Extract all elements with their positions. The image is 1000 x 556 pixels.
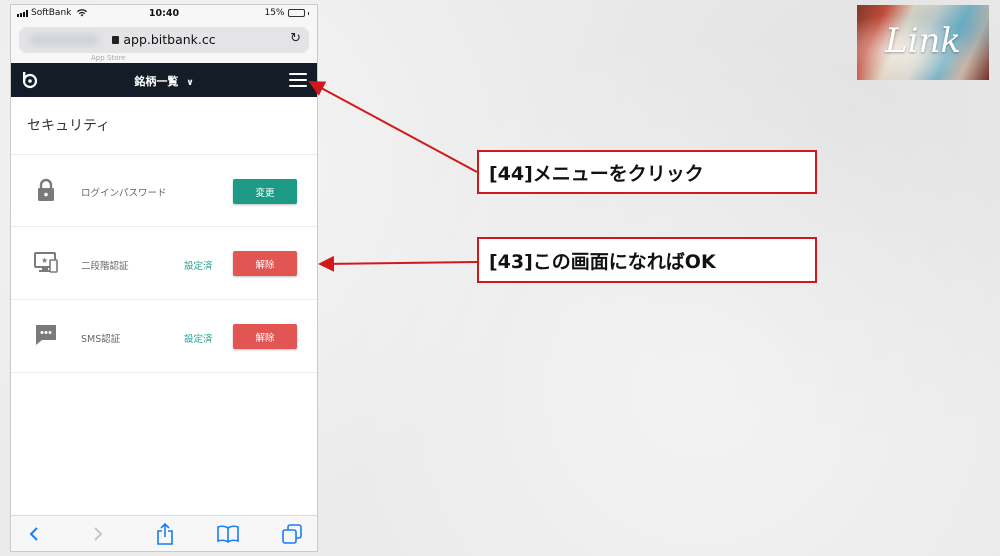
disable-2fa-button[interactable]: 解除 (233, 251, 297, 276)
page-title: セキュリティ (27, 118, 111, 134)
phone-screen: SoftBank 10:40 15% app.bitbank.cc ↻ App … (10, 4, 318, 552)
change-password-button[interactable]: 変更 (233, 179, 297, 204)
url-display[interactable]: app.bitbank.cc (19, 32, 309, 47)
security-label: ログインパスワード (81, 188, 167, 199)
chevron-down-icon: ∨ (186, 78, 194, 88)
brand-logo: Link (857, 5, 989, 80)
arrow-to-menu (308, 81, 478, 173)
security-label: 二段階認証 (81, 261, 129, 272)
browser-bottom-toolbar (11, 515, 317, 551)
security-label: SMS認証 (81, 334, 121, 345)
bookmarks-icon[interactable] (217, 523, 239, 545)
security-row-2fa: ★ 二段階認証 設定済 解除 (11, 227, 317, 299)
app-navbar: 銘柄一覧 ∨ (11, 63, 317, 97)
security-row-password: ログインパスワード 変更 (11, 155, 317, 227)
security-status: 設定済 (184, 261, 213, 272)
divider (11, 372, 317, 373)
address-bar[interactable]: app.bitbank.cc ↻ (19, 27, 309, 53)
battery-icon (287, 9, 305, 17)
market-list-title: 銘柄一覧 (134, 75, 179, 88)
forward-icon[interactable] (87, 523, 109, 545)
monitor-icon: ★ (34, 252, 58, 273)
battery-tip (307, 11, 309, 15)
callout-step-43: [43]この画面になればOK (477, 237, 817, 283)
chat-icon (36, 325, 56, 345)
back-icon[interactable] (23, 523, 45, 545)
security-status: 設定済 (184, 334, 213, 345)
status-bar: SoftBank 10:40 15% (11, 5, 317, 23)
callout-text: [43]この画面になればOK (489, 250, 716, 273)
secure-lock-icon (112, 36, 120, 44)
callout-text: [44]メニューをクリック (489, 162, 704, 185)
url-text: app.bitbank.cc (123, 32, 216, 47)
battery-percent: 15% (264, 8, 285, 18)
bookmark-hint: App Store (91, 54, 126, 62)
reload-icon[interactable]: ↻ (290, 31, 301, 46)
security-row-sms: SMS認証 設定済 解除 (11, 300, 317, 372)
market-list-dropdown[interactable]: 銘柄一覧 ∨ (11, 73, 317, 89)
disable-sms-button[interactable]: 解除 (233, 324, 297, 349)
arrow-to-2fa (318, 255, 478, 272)
browser-toolbar: app.bitbank.cc ↻ App Store (11, 23, 317, 63)
brand-text: Link (885, 21, 961, 61)
tabs-icon[interactable] (281, 523, 303, 545)
share-icon[interactable] (154, 523, 176, 545)
hamburger-menu-icon[interactable] (289, 73, 307, 87)
lock-icon (38, 178, 54, 201)
svg-text:★: ★ (41, 256, 48, 265)
callout-step-44: [44]メニューをクリック (477, 150, 817, 194)
battery-indicator: 15% (264, 8, 309, 18)
